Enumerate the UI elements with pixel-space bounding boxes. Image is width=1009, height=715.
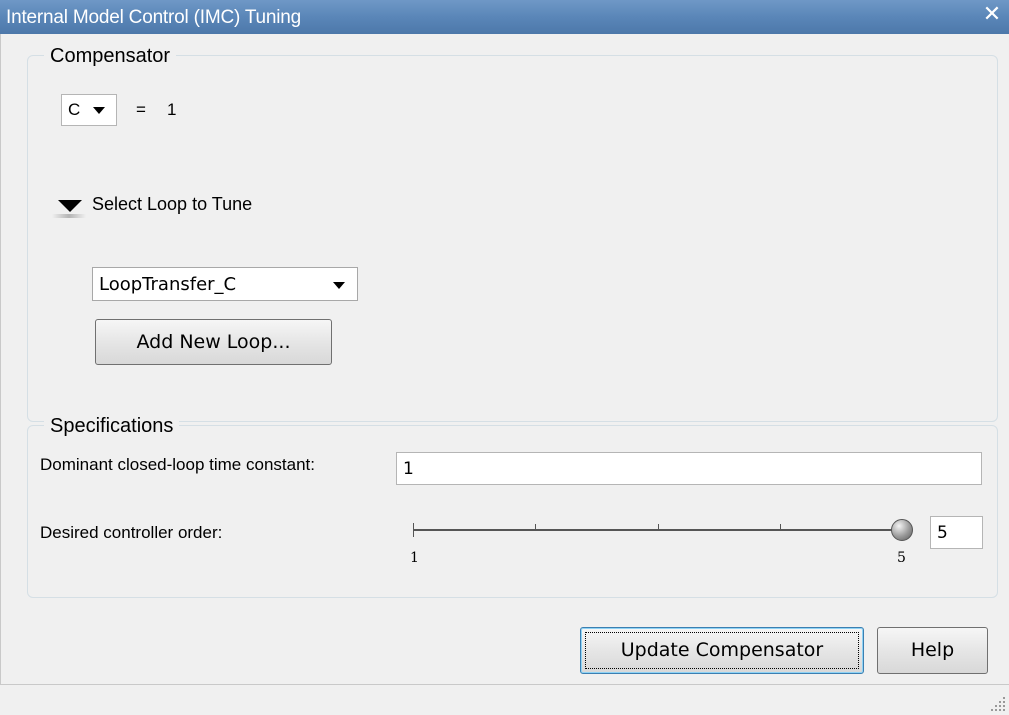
update-compensator-button[interactable]: Update Compensator [580,627,864,674]
chevron-down-icon [93,107,105,114]
compensator-select[interactable]: C [61,94,117,126]
slider-tick [780,524,781,530]
chevron-down-icon [333,282,345,289]
specifications-group-label: Specifications [44,415,180,438]
controller-order-slider[interactable]: 1 5 [410,516,913,566]
compensator-value: 1 [167,100,177,119]
title-bar: Internal Model Control (IMC) Tuning ✕ [0,0,1009,34]
expand-triangle-icon[interactable] [58,200,82,212]
slider-tick [658,524,659,530]
toggle-shadow [52,214,86,218]
compensator-select-value: C [68,100,81,119]
controller-order-value: 5 [937,523,948,543]
help-button[interactable]: Help [877,627,988,674]
slider-max-label: 5 [897,550,906,566]
slider-tick [535,524,536,530]
time-constant-input[interactable]: 1 [396,452,982,485]
resize-grip-icon[interactable] [991,697,1005,711]
specifications-group: Specifications [27,415,998,598]
dialog-body: Compensator Specifications [0,34,1009,715]
equals-sign: = [136,100,146,119]
time-constant-label: Dominant closed-loop time constant: [40,455,315,474]
close-icon[interactable]: ✕ [981,4,1003,26]
slider-min-label: 1 [410,550,419,566]
select-loop-label[interactable]: Select Loop to Tune [92,194,252,215]
loop-select-value: LoopTransfer_C [99,274,237,295]
window-title: Internal Model Control (IMC) Tuning [6,7,302,28]
compensator-group-label: Compensator [44,45,177,68]
slider-thumb[interactable] [891,519,913,541]
add-new-loop-button[interactable]: Add New Loop... [95,319,332,365]
controller-order-label: Desired controller order: [40,523,223,542]
focus-ring [585,632,859,669]
loop-select[interactable]: LoopTransfer_C [92,267,358,301]
time-constant-value: 1 [403,459,414,479]
slider-tick [413,523,414,537]
controller-order-input[interactable]: 5 [930,516,983,549]
status-bar [0,684,1009,715]
